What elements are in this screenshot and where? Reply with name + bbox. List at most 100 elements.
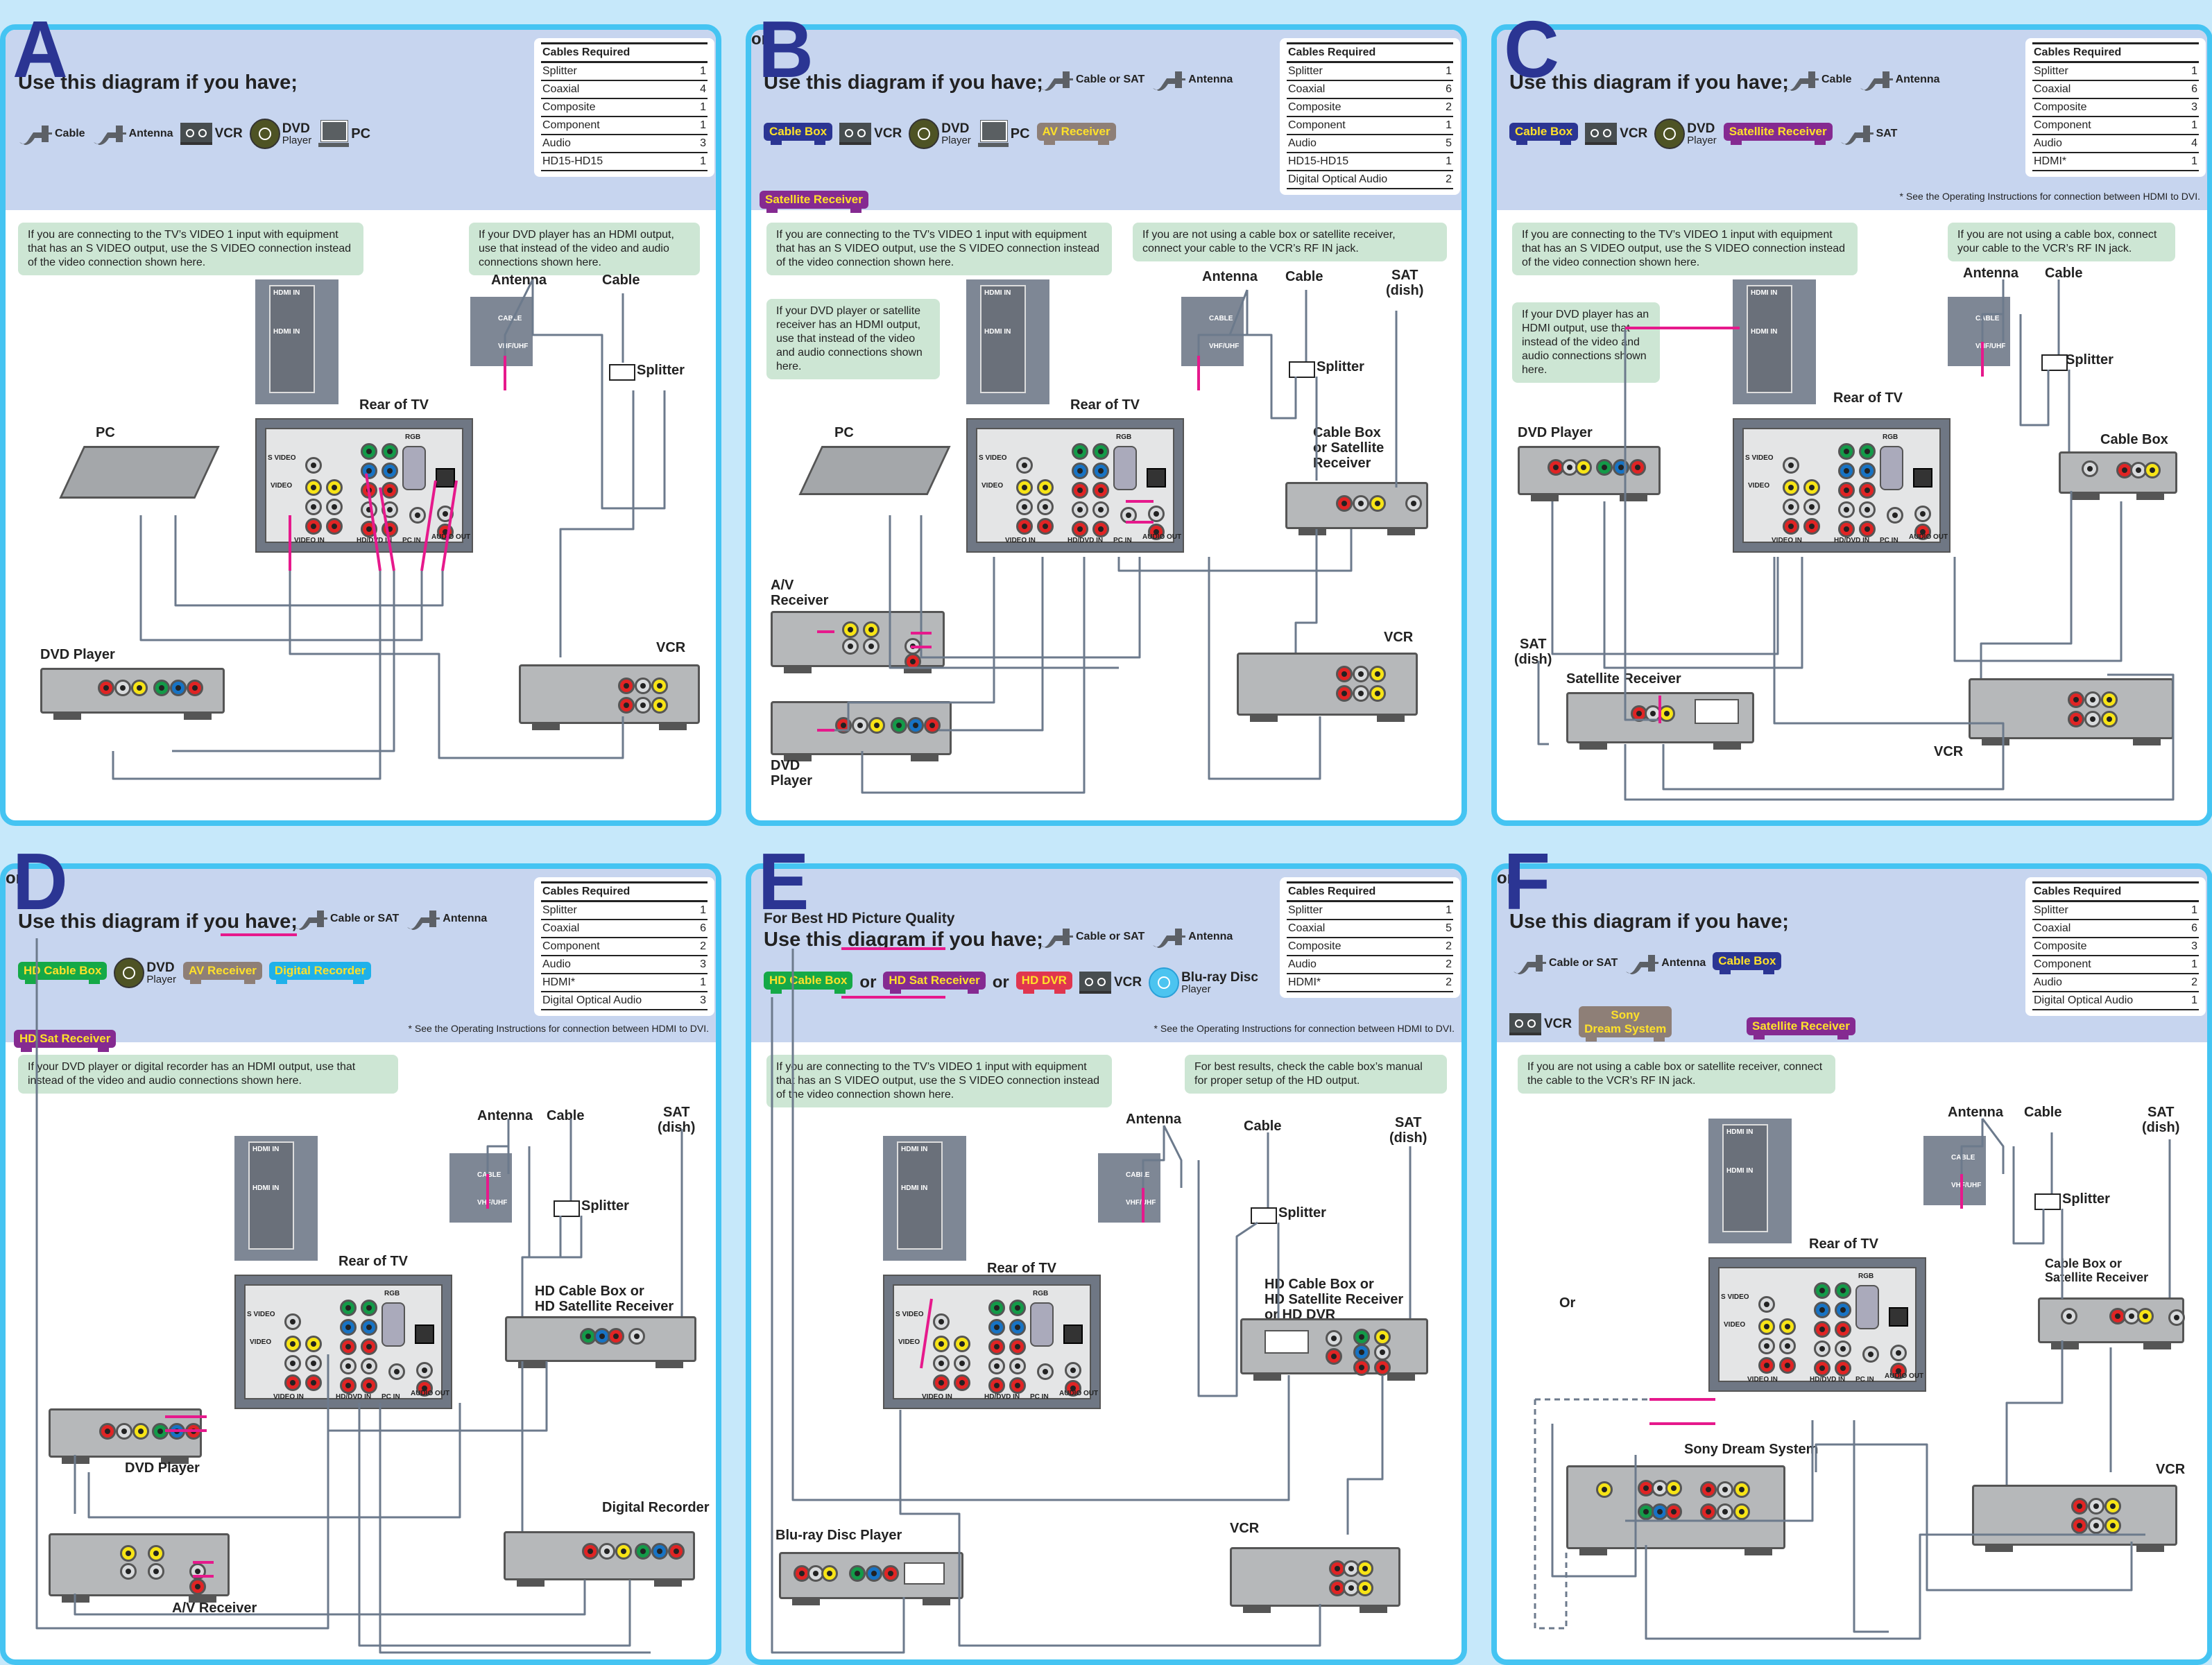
- input-sublabel: Player: [1687, 135, 1717, 146]
- tv-port-label: VIDEO: [1724, 1321, 1746, 1329]
- tv-port-label: S VIDEO: [1721, 1293, 1749, 1301]
- panel-header: Use this diagram if you have; Cable Antenn…: [6, 30, 716, 210]
- tv-jack: [361, 1319, 377, 1336]
- cable-row: HD15-HD15 1: [541, 153, 708, 171]
- input-label: Antenna: [1661, 957, 1706, 969]
- tv-jack: [416, 1362, 433, 1379]
- cables-required-table: Cables Required Splitter 1 Coaxial 5 Composit…: [1280, 877, 1460, 998]
- av-jack: [2168, 1309, 2185, 1326]
- cable-plug-icon: [1859, 67, 1894, 92]
- cable-name: Coaxial: [2032, 920, 2186, 938]
- av-jack: [2104, 1498, 2121, 1515]
- cables-header: Cables Required: [541, 881, 708, 902]
- diagram-label: SAT (dish): [1386, 268, 1424, 298]
- panel-header: Use this diagram if you have; Cable or SA…: [6, 869, 716, 1051]
- disc-item: Blu-ray Disc Player: [1149, 967, 1258, 998]
- av-jack: [852, 717, 868, 734]
- tv-jack: [1779, 1338, 1796, 1354]
- tv-port-label: HD/DVD IN: [336, 1393, 372, 1401]
- vhf-uhf-label: VHF/UHF: [1951, 1182, 1982, 1189]
- dvd-disc-icon: [1654, 119, 1686, 149]
- cable-row: Splitter 1: [541, 901, 708, 920]
- av-jack: [651, 678, 668, 694]
- cable-plug-icon: [1151, 67, 1186, 92]
- cable-plug-icon: [1151, 924, 1186, 949]
- instruction-note: For best results, check the cable box’s …: [1185, 1055, 1447, 1094]
- cables-header: Cables Required: [2032, 881, 2199, 902]
- cable-plug-item: Cable or SAT: [1039, 67, 1144, 92]
- tv-port-label: VIDEO IN: [1005, 537, 1036, 544]
- device-foot: [1243, 1606, 1271, 1613]
- tv-jack: [361, 501, 377, 518]
- cable-name: Composite: [2032, 938, 2186, 956]
- device-foot: [1982, 739, 2009, 745]
- tv-jack: [361, 463, 377, 479]
- tv-port-label: HD/DVD IN: [1810, 1376, 1846, 1383]
- cable-name: Audio: [1287, 956, 1430, 974]
- pc-monitor-icon: [318, 120, 350, 147]
- diagram-label: Splitter: [1317, 359, 1364, 374]
- device-foot: [532, 723, 560, 730]
- av-jack: [120, 1545, 137, 1562]
- device-badge: HD DVR: [1015, 972, 1072, 994]
- tv-jack: [340, 1377, 357, 1394]
- tv-jack: [326, 479, 343, 496]
- hdmi-out-port: [1264, 1330, 1309, 1354]
- diagram-label: Cable: [602, 273, 640, 288]
- cable-plug-icon: [1512, 951, 1547, 976]
- cable-line: [1624, 328, 1660, 721]
- device-badge: HD Cable Box: [764, 972, 853, 994]
- cable-count: 1: [1439, 62, 1453, 81]
- device-foot: [1713, 743, 1741, 750]
- cable-line: [1645, 1533, 2145, 1640]
- cable-box-device: [2059, 451, 2177, 500]
- av-jack: [866, 1565, 882, 1582]
- tv-side-panel-hdmi: HDMI IN HDMI IN: [234, 1136, 318, 1261]
- cable-box-or-satellite-receiver: [1285, 482, 1428, 535]
- panel-letter: C: [1504, 4, 1559, 94]
- bluray-disc-icon: [1149, 967, 1180, 998]
- cable-plug-icon: [18, 121, 53, 146]
- tv-port-label: S VIDEO: [979, 454, 1007, 462]
- tv-jack: [1148, 506, 1165, 522]
- input-label: VCR: [1544, 1016, 1572, 1031]
- device-badge: Cable Box: [1713, 952, 1782, 974]
- tv-rear-jacks: VIDEO IN HD/DVD IN PC IN AUDIO OUT RGB S VIDE…: [244, 1284, 449, 1401]
- tv-jack: [1835, 1282, 1851, 1299]
- av-jack: [1700, 1503, 1717, 1520]
- tv-jack: [954, 1336, 970, 1352]
- diagram-label: Cable: [1285, 269, 1323, 284]
- cable-row: HDMI* 1: [2032, 153, 2199, 171]
- instruction-note: If you are not using a cable box or sate…: [1133, 223, 1447, 261]
- disc-text: DVD Player: [1687, 122, 1717, 146]
- input-label: Antenna: [443, 913, 488, 924]
- tv-jack: [326, 518, 343, 535]
- cable-count: 5: [1430, 920, 1453, 938]
- tv-jack: [388, 1363, 405, 1380]
- tv-jack: [284, 1374, 301, 1391]
- av-jack: [635, 697, 651, 714]
- diagram-label: Splitter: [2066, 352, 2114, 368]
- av-jack: [1733, 1503, 1750, 1520]
- required-devices-row: HD Cable Box DVD Player AV Receiver Digital …: [18, 958, 372, 988]
- tv-port-label: PC IN: [1030, 1393, 1049, 1401]
- cable-count: 3: [2185, 938, 2199, 956]
- cable-jack-label: CABLE: [477, 1171, 501, 1179]
- alternative-device-row: Satellite Receiver: [760, 191, 868, 213]
- optical-port: [1889, 1307, 1908, 1327]
- cables-header-row: Cables Required: [1287, 881, 1453, 902]
- tv-jack: [1092, 463, 1109, 479]
- device-badge: HD Cable Box: [18, 962, 108, 984]
- tv-port-label: PC IN: [1855, 1376, 1874, 1383]
- diagram-label: VCR: [1934, 744, 1964, 759]
- cable-count: 4: [687, 80, 708, 99]
- tv-jack: [1065, 1362, 1081, 1379]
- cable-line: [1294, 529, 1318, 653]
- input-label: Cable: [1821, 74, 1852, 85]
- diagram-label: Antenna: [1202, 269, 1258, 284]
- diagram-label: VCR: [1384, 630, 1414, 645]
- hdmi-out-port: [1695, 699, 1739, 724]
- cable-count: 1: [1439, 117, 1453, 135]
- cables-header-row: Cables Required: [2032, 881, 2199, 902]
- diagram-label: Cable: [547, 1108, 585, 1123]
